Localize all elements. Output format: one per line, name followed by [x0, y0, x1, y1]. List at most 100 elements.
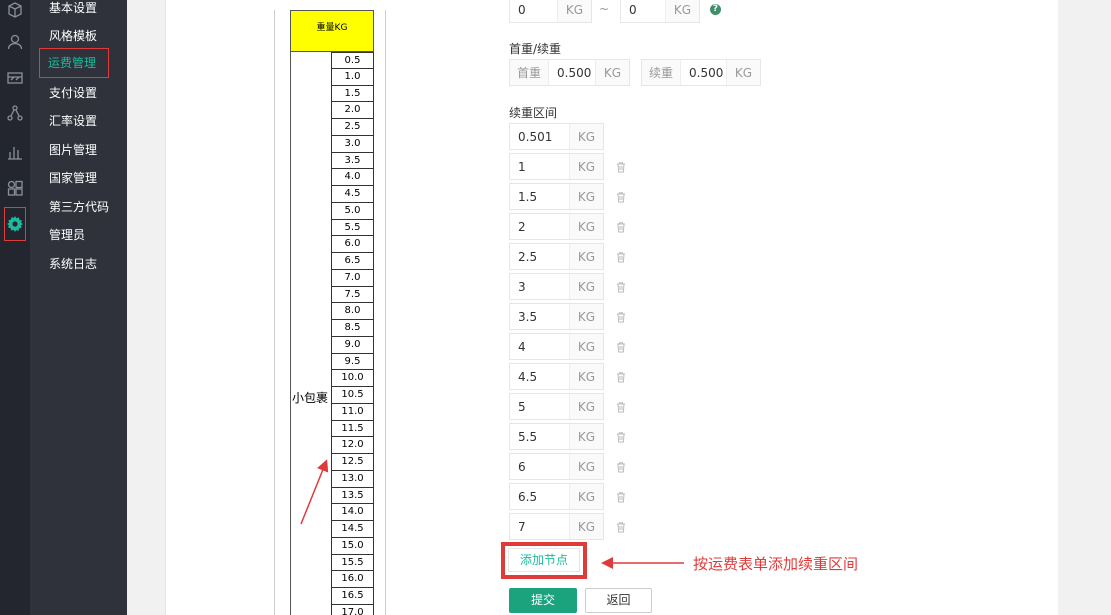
interval-value: 4: [518, 339, 526, 354]
grid-icon[interactable]: [5, 178, 25, 198]
menu-item-exchange-rate[interactable]: 汇率设置: [49, 111, 97, 131]
weight-cell: 3.5: [331, 152, 374, 170]
weight-interval-field[interactable]: 4.5 KG: [509, 363, 604, 390]
continued-weight-value: 0.500: [689, 65, 724, 80]
icon-rail: [0, 0, 30, 615]
delete-icon[interactable]: [615, 491, 627, 503]
menu-item-payment-settings[interactable]: 支付设置: [49, 83, 97, 103]
weight-cell: 16.5: [331, 588, 374, 605]
delete-icon[interactable]: [615, 161, 627, 173]
bar-chart-icon[interactable]: [5, 142, 25, 162]
weight-cell: 12.5: [331, 454, 374, 471]
first-continued-weight-label: 首重/续重: [509, 42, 562, 56]
weight-cell: 0.5: [331, 52, 374, 69]
user-icon[interactable]: [5, 32, 25, 52]
interval-value: 2.5: [518, 249, 538, 264]
weight-interval-field[interactable]: 7 KG: [509, 513, 604, 540]
interval-value: 4.5: [518, 369, 538, 384]
unit-label: KG: [568, 244, 603, 269]
range-min-field[interactable]: 0 KG: [509, 0, 592, 23]
weight-cell: 14.5: [331, 521, 374, 538]
interval-value: 2: [518, 219, 526, 234]
card-icon[interactable]: [5, 68, 25, 88]
unit-label: KG: [568, 394, 603, 419]
weight-cell: 7.0: [331, 269, 374, 287]
menu-item-administrators[interactable]: 管理员: [49, 225, 85, 245]
weight-header-cell: 重量KG: [290, 10, 374, 52]
help-icon[interactable]: ?: [710, 4, 721, 15]
unit-label: KG: [568, 184, 603, 209]
weight-cell: 6.5: [331, 253, 374, 270]
cube-icon[interactable]: [5, 0, 25, 20]
interval-value: 1: [518, 159, 526, 174]
range-min-value: 0: [518, 2, 526, 17]
menu-item-basic-settings[interactable]: 基本设置: [49, 0, 97, 18]
delete-icon[interactable]: [615, 461, 627, 473]
weight-cell: 15.0: [331, 537, 374, 555]
unit-label: KG: [568, 154, 603, 179]
weight-interval-field[interactable]: 2 KG: [509, 213, 604, 240]
submit-button[interactable]: 提交: [509, 588, 577, 613]
weight-interval-field[interactable]: 6 KG: [509, 453, 604, 480]
delete-icon[interactable]: [615, 431, 627, 443]
delete-icon[interactable]: [615, 371, 627, 383]
range-max-field[interactable]: 0 KG: [620, 0, 700, 23]
delete-icon[interactable]: [615, 341, 627, 353]
weight-interval-field[interactable]: 2.5 KG: [509, 243, 604, 270]
weight-interval-field[interactable]: 3.5 KG: [509, 303, 604, 330]
weight-interval-field[interactable]: 1.5 KG: [509, 183, 604, 210]
delete-icon[interactable]: [615, 191, 627, 203]
weight-cell: 4.0: [331, 169, 374, 186]
weight-interval-field[interactable]: 5 KG: [509, 393, 604, 420]
weight-interval-field[interactable]: 0.501 KG: [509, 123, 604, 150]
weight-interval-field[interactable]: 3 KG: [509, 273, 604, 300]
interval-value: 0.501: [518, 129, 553, 144]
interval-value: 7: [518, 519, 526, 534]
first-weight-value: 0.500: [557, 65, 592, 80]
delete-icon[interactable]: [615, 521, 627, 533]
weight-interval-field[interactable]: 4 KG: [509, 333, 604, 360]
menu-item-third-party-code[interactable]: 第三方代码: [49, 197, 109, 217]
menu-item-style-template[interactable]: 风格模板: [49, 26, 97, 46]
range-separator: ~: [599, 2, 610, 16]
unit-label: KG: [725, 60, 760, 85]
delete-icon[interactable]: [615, 281, 627, 293]
weight-cell: 2.5: [331, 119, 374, 136]
shipping-weight-table-image: 重量KG 0.5 1.0 1.5 2.0 2.5 3.0 3.5 4.0 4.5 5.0 5.5 6.…: [274, 10, 386, 615]
weight-interval-field[interactable]: 1 KG: [509, 153, 604, 180]
delete-icon[interactable]: [615, 251, 627, 263]
delete-icon[interactable]: [615, 401, 627, 413]
delete-icon[interactable]: [615, 221, 627, 233]
unit-label: KG: [556, 0, 591, 22]
weight-interval-field[interactable]: 5.5 KG: [509, 423, 604, 450]
weight-cell: 5.0: [331, 202, 374, 220]
weight-cell: 13.5: [331, 487, 374, 505]
weight-interval-field[interactable]: 6.5 KG: [509, 483, 604, 510]
unit-label: KG: [568, 484, 603, 509]
menu-item-image-management[interactable]: 图片管理: [49, 140, 97, 160]
interval-value: 1.5: [518, 189, 538, 204]
unit-label: KG: [594, 60, 629, 85]
network-icon[interactable]: [5, 103, 25, 123]
back-button[interactable]: 返回: [585, 588, 652, 613]
weight-cell: 12.0: [331, 437, 374, 454]
weight-cell: 13.0: [331, 470, 374, 488]
weight-cell: 14.0: [331, 504, 374, 521]
unit-label: KG: [664, 0, 699, 22]
interval-value: 3.5: [518, 309, 538, 324]
continued-weight-field[interactable]: 续重 0.500 KG: [641, 59, 761, 86]
delete-icon[interactable]: [615, 311, 627, 323]
gear-icon[interactable]: [4, 207, 26, 241]
add-node-button[interactable]: 添加节点: [508, 548, 580, 572]
menu-item-country-management[interactable]: 国家管理: [49, 168, 97, 188]
category-column: [290, 52, 331, 615]
menu-item-system-log[interactable]: 系统日志: [49, 254, 97, 274]
menu-item-shipping-management[interactable]: 运费管理: [39, 48, 109, 78]
continued-weight-prefix: 续重: [642, 60, 682, 85]
unit-label: KG: [568, 334, 603, 359]
weight-cell: 1.0: [331, 68, 374, 86]
weight-cell: 10.5: [331, 387, 374, 404]
unit-label: KG: [568, 424, 603, 449]
weight-cell: 8.0: [331, 303, 374, 320]
first-weight-field[interactable]: 首重 0.500 KG: [509, 59, 630, 86]
